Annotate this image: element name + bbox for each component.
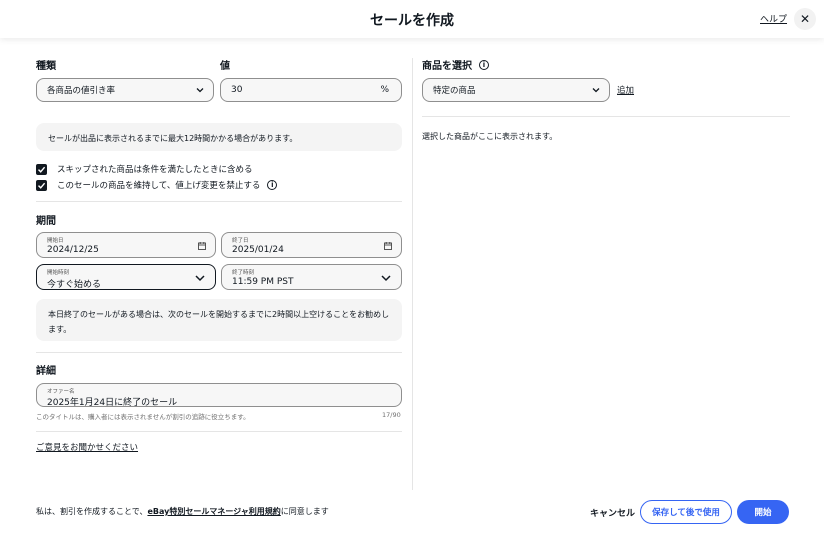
page-title: セールを作成 <box>370 13 454 29</box>
divider <box>36 201 402 202</box>
include-skipped-label: スキップされた商品は条件を満たしたときに含める <box>57 165 253 175</box>
add-items-link[interactable]: 追加 <box>617 84 634 96</box>
start-date-field[interactable]: 開始日 2024/12/25 <box>36 232 216 258</box>
terms-prefix: 私は、割引を作成することで、 <box>36 507 148 516</box>
include-skipped-checkbox[interactable] <box>36 163 47 175</box>
checkmark-icon <box>38 182 46 189</box>
info-icon[interactable]: i <box>479 59 489 70</box>
end-time-label: 終了時刻 <box>232 270 255 276</box>
start-time-select[interactable]: 開始時刻 今すぐ始める <box>36 264 216 290</box>
start-time-label: 開始時刻 <box>47 270 70 276</box>
select-items-heading-row: 商品を選択 i <box>422 57 489 72</box>
end-date-value: 2025/01/24 <box>232 245 284 255</box>
start-time-value: 今すぐ始める <box>47 280 102 290</box>
end-time-value: 11:59 PM PST <box>232 277 294 287</box>
end-date-label: 終了日 <box>232 238 249 244</box>
offer-name-value: 2025年1月24日に終了のセール <box>47 398 178 408</box>
end-time-select[interactable]: 終了時刻 11:59 PM PST <box>221 264 402 290</box>
feedback-link[interactable]: ご意見をお聞かせください <box>36 441 138 453</box>
start-button[interactable]: 開始 <box>737 500 789 524</box>
end-date-field[interactable]: 終了日 2025/01/24 <box>221 232 402 258</box>
item-selection-value: 特定の商品 <box>433 86 476 96</box>
close-button[interactable]: ✕ <box>794 8 816 30</box>
chevron-down-icon <box>381 275 391 282</box>
details-heading: 詳細 <box>36 366 56 377</box>
prevent-price-increase-checkbox-row[interactable]: このセールの商品を維持して、値上げ変更を禁止する i <box>36 179 278 191</box>
period-notice: 本日終了のセールがある場合は、次のセールを開始するまでに2時間以上空けることをお… <box>36 299 402 341</box>
calendar-icon[interactable] <box>198 242 206 250</box>
close-icon: ✕ <box>799 12 811 26</box>
divider <box>36 431 402 432</box>
chevron-down-icon <box>195 275 205 282</box>
prevent-price-increase-label: このセールの商品を維持して、値上げ変更を禁止する <box>57 181 261 191</box>
divider <box>36 352 402 353</box>
info-icon[interactable]: i <box>267 180 278 190</box>
save-for-later-button[interactable]: 保存して後で使用 <box>640 500 732 524</box>
processing-notice-text: セールが出品に表示されるまでに最大12時間かかる場合があります。 <box>48 134 298 143</box>
select-items-heading: 商品を選択 <box>422 61 472 72</box>
terms-agreement: 私は、割引を作成することで、eBay特別セールマネージャ利用規約に同意します <box>36 506 329 517</box>
column-divider <box>412 58 413 490</box>
discount-type-value: 各商品の値引き率 <box>47 86 116 96</box>
start-date-label: 開始日 <box>47 238 64 244</box>
chevron-down-icon <box>196 88 204 93</box>
terms-link[interactable]: eBay特別セールマネージャ利用規約 <box>147 507 280 516</box>
modal-header: セールを作成 ヘルプ ✕ <box>0 0 824 38</box>
help-link[interactable]: ヘルプ <box>760 12 787 25</box>
period-notice-text: 本日終了のセールがある場合は、次のセールを開始するまでに2時間以上空けることをお… <box>48 310 390 334</box>
chevron-down-icon <box>592 88 600 93</box>
start-date-value: 2024/12/25 <box>47 245 99 255</box>
type-label: 種類 <box>36 61 56 72</box>
terms-suffix: に同意します <box>280 507 329 516</box>
selected-items-empty-text: 選択した商品がここに表示されます。 <box>422 132 558 141</box>
processing-notice: セールが出品に表示されるまでに最大12時間かかる場合があります。 <box>36 123 402 151</box>
discount-value-text: 30 <box>231 85 243 95</box>
discount-type-select[interactable]: 各商品の値引き率 <box>36 78 214 102</box>
prevent-price-increase-checkbox[interactable] <box>36 179 47 191</box>
offer-name-input[interactable]: オファー名 2025年1月24日に終了のセール <box>36 383 402 408</box>
item-selection-select[interactable]: 特定の商品 <box>422 78 610 102</box>
checkmark-icon <box>38 166 46 173</box>
divider <box>422 116 790 117</box>
offer-name-helper: このタイトルは、購入者には表示されませんが割引の追跡に役立ちます。 <box>36 413 250 421</box>
include-skipped-checkbox-row[interactable]: スキップされた商品は条件を満たしたときに含める <box>36 163 253 175</box>
offer-name-label: オファー名 <box>47 389 75 395</box>
cancel-button[interactable]: キャンセル <box>590 506 635 519</box>
value-label: 値 <box>220 61 230 72</box>
calendar-icon[interactable] <box>384 242 392 250</box>
period-heading: 期間 <box>36 216 56 227</box>
discount-value-input[interactable]: 30 % <box>220 78 402 102</box>
percent-suffix: % <box>380 85 389 95</box>
offer-name-char-count: 17/90 <box>382 411 401 419</box>
